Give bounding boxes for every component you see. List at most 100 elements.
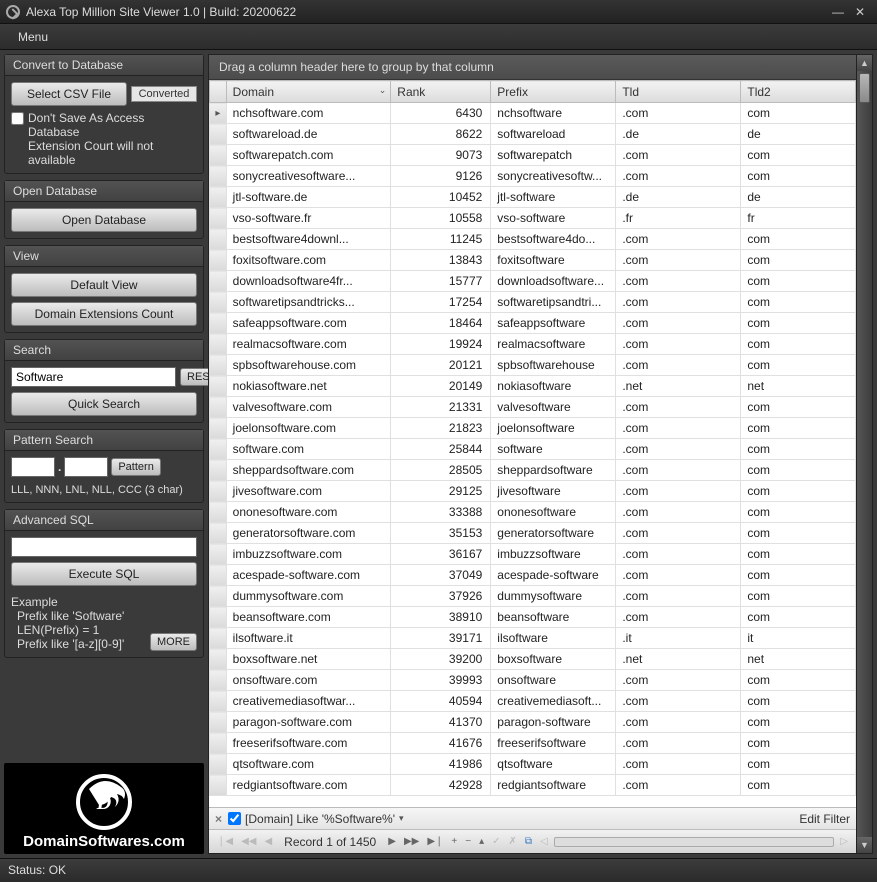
cell-domain[interactable]: nokiasoftware.net	[226, 376, 391, 397]
cell-domain[interactable]: software.com	[226, 439, 391, 460]
cell-prefix[interactable]: vso-software	[491, 208, 616, 229]
table-row[interactable]: qtsoftware.com41986qtsoftware.comcom	[210, 754, 856, 775]
cell-rank[interactable]: 39171	[391, 628, 491, 649]
cell-domain[interactable]: foxitsoftware.com	[226, 250, 391, 271]
table-row[interactable]: ononesoftware.com33388ononesoftware.comc…	[210, 502, 856, 523]
cell-tld[interactable]: .com	[616, 460, 741, 481]
table-row[interactable]: software.com25844software.comcom	[210, 439, 856, 460]
cell-prefix[interactable]: bestsoftware4do...	[491, 229, 616, 250]
cell-tld2[interactable]: com	[741, 460, 856, 481]
cell-prefix[interactable]: nchsoftware	[491, 103, 616, 124]
cell-tld[interactable]: .com	[616, 103, 741, 124]
cell-tld2[interactable]: com	[741, 229, 856, 250]
cell-domain[interactable]: bestsoftware4downl...	[226, 229, 391, 250]
cell-prefix[interactable]: dummysoftware	[491, 586, 616, 607]
cell-rank[interactable]: 42928	[391, 775, 491, 796]
cell-prefix[interactable]: generatorsoftware	[491, 523, 616, 544]
cell-tld[interactable]: .com	[616, 334, 741, 355]
table-row[interactable]: sheppardsoftware.com28505sheppardsoftwar…	[210, 460, 856, 481]
cell-domain[interactable]: onsoftware.com	[226, 670, 391, 691]
cell-rank[interactable]: 38910	[391, 607, 491, 628]
cell-domain[interactable]: joelonsoftware.com	[226, 418, 391, 439]
table-row[interactable]: sonycreativesoftware...9126sonycreatives…	[210, 166, 856, 187]
nav-scroll-right-icon[interactable]: ▷	[838, 836, 850, 847]
cell-domain[interactable]: dummysoftware.com	[226, 586, 391, 607]
table-row[interactable]: imbuzzsoftware.com36167imbuzzsoftware.co…	[210, 544, 856, 565]
nav-scroll-left-icon[interactable]: ◁	[538, 836, 550, 847]
cell-tld[interactable]: .com	[616, 313, 741, 334]
execute-sql-button[interactable]: Execute SQL	[11, 562, 197, 586]
cell-domain[interactable]: beansoftware.com	[226, 607, 391, 628]
cell-rank[interactable]: 41676	[391, 733, 491, 754]
table-row[interactable]: boxsoftware.net39200boxsoftware.netnet	[210, 649, 856, 670]
pattern-input-1[interactable]	[11, 457, 55, 477]
cell-tld2[interactable]: net	[741, 376, 856, 397]
cell-rank[interactable]: 28505	[391, 460, 491, 481]
cell-prefix[interactable]: software	[491, 439, 616, 460]
cell-tld2[interactable]: com	[741, 502, 856, 523]
cell-prefix[interactable]: softwareload	[491, 124, 616, 145]
table-row[interactable]: foxitsoftware.com13843foxitsoftware.comc…	[210, 250, 856, 271]
cell-prefix[interactable]: acespade-software	[491, 565, 616, 586]
filter-funnel-icon[interactable]: ⌄	[379, 85, 387, 96]
table-row[interactable]: valvesoftware.com21331valvesoftware.comc…	[210, 397, 856, 418]
cell-domain[interactable]: vso-software.fr	[226, 208, 391, 229]
cell-rank[interactable]: 21331	[391, 397, 491, 418]
nav-last-icon[interactable]: ▶❘	[425, 836, 445, 847]
cell-domain[interactable]: spbsoftwarehouse.com	[226, 355, 391, 376]
cell-domain[interactable]: jtl-software.de	[226, 187, 391, 208]
cell-tld2[interactable]: com	[741, 103, 856, 124]
cell-prefix[interactable]: sheppardsoftware	[491, 460, 616, 481]
table-row[interactable]: bestsoftware4downl...11245bestsoftware4d…	[210, 229, 856, 250]
cell-prefix[interactable]: beansoftware	[491, 607, 616, 628]
cell-tld[interactable]: .com	[616, 586, 741, 607]
cell-rank[interactable]: 8622	[391, 124, 491, 145]
nav-delete-icon[interactable]: −	[463, 836, 473, 847]
cell-tld[interactable]: .com	[616, 502, 741, 523]
cell-domain[interactable]: paragon-software.com	[226, 712, 391, 733]
column-header-tld2[interactable]: Tld2	[741, 81, 856, 103]
close-button[interactable]: ✕	[849, 5, 871, 19]
nav-prev-icon[interactable]: ◀	[262, 836, 274, 847]
table-row[interactable]: jivesoftware.com29125jivesoftware.comcom	[210, 481, 856, 502]
table-row[interactable]: realmacsoftware.com19924realmacsoftware.…	[210, 334, 856, 355]
column-header-prefix[interactable]: Prefix	[491, 81, 616, 103]
cell-tld[interactable]: .com	[616, 775, 741, 796]
cell-tld[interactable]: .com	[616, 355, 741, 376]
cell-domain[interactable]: jivesoftware.com	[226, 481, 391, 502]
table-row[interactable]: ▸nchsoftware.com6430nchsoftware.comcom	[210, 103, 856, 124]
filter-dropdown-icon[interactable]: ▾	[399, 813, 404, 824]
cell-domain[interactable]: softwaretipsandtricks...	[226, 292, 391, 313]
cell-rank[interactable]: 9126	[391, 166, 491, 187]
cell-domain[interactable]: freeserifsoftware.com	[226, 733, 391, 754]
cell-tld[interactable]: .com	[616, 418, 741, 439]
table-row[interactable]: redgiantsoftware.com42928redgiantsoftwar…	[210, 775, 856, 796]
cell-tld[interactable]: .com	[616, 523, 741, 544]
cell-domain[interactable]: softwarepatch.com	[226, 145, 391, 166]
cell-prefix[interactable]: spbsoftwarehouse	[491, 355, 616, 376]
cell-tld2[interactable]: com	[741, 292, 856, 313]
column-header-domain[interactable]: Domain⌄	[226, 81, 391, 103]
edit-filter-link[interactable]: Edit Filter	[799, 812, 850, 826]
cell-prefix[interactable]: onsoftware	[491, 670, 616, 691]
dont-save-checkbox-input[interactable]	[11, 112, 24, 125]
cell-rank[interactable]: 37926	[391, 586, 491, 607]
table-row[interactable]: ilsoftware.it39171ilsoftware.itit	[210, 628, 856, 649]
nav-commit-icon[interactable]: ✓	[490, 836, 502, 847]
table-row[interactable]: vso-software.fr10558vso-software.frfr	[210, 208, 856, 229]
cell-rank[interactable]: 39200	[391, 649, 491, 670]
cell-tld[interactable]: .com	[616, 691, 741, 712]
nav-copy-icon[interactable]: ⧉	[523, 836, 534, 847]
column-header-rank[interactable]: Rank	[391, 81, 491, 103]
cell-rank[interactable]: 25844	[391, 439, 491, 460]
cell-rank[interactable]: 35153	[391, 523, 491, 544]
outer-vscroll-thumb[interactable]	[859, 73, 870, 103]
cell-tld2[interactable]: de	[741, 187, 856, 208]
cell-prefix[interactable]: qtsoftware	[491, 754, 616, 775]
cell-tld2[interactable]: com	[741, 355, 856, 376]
cell-tld2[interactable]: com	[741, 334, 856, 355]
cell-tld2[interactable]: com	[741, 166, 856, 187]
scroll-down-icon[interactable]: ▼	[857, 837, 872, 853]
cell-rank[interactable]: 11245	[391, 229, 491, 250]
cell-tld[interactable]: .com	[616, 397, 741, 418]
